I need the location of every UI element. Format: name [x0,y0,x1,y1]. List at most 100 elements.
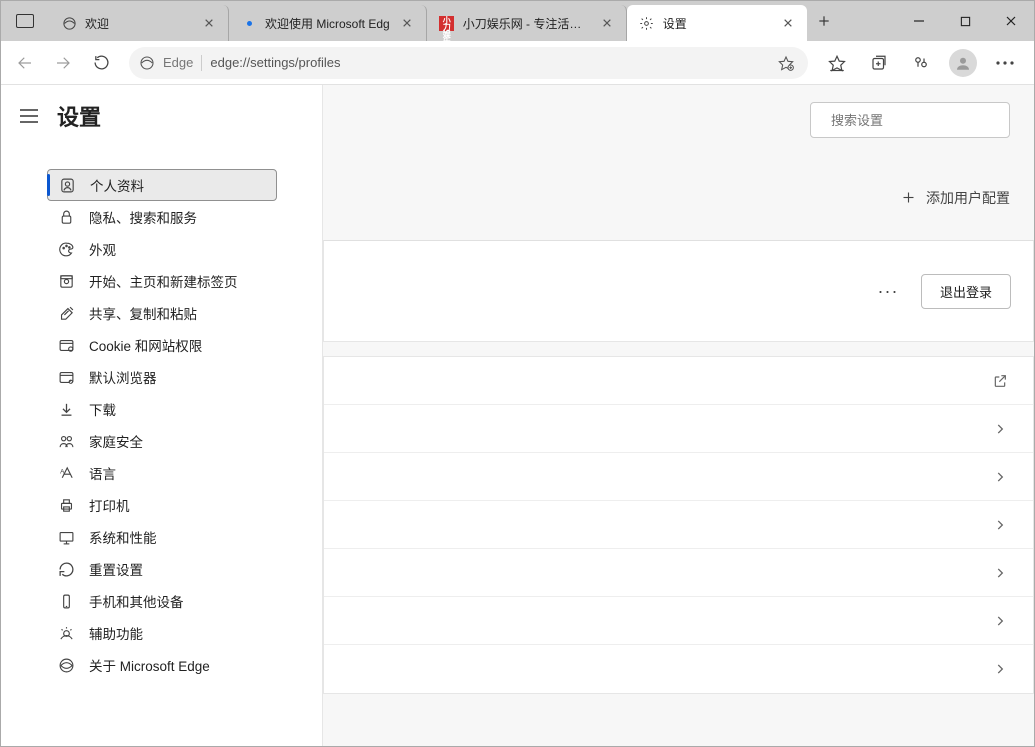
favorites-button[interactable] [818,45,856,81]
sidebar-item[interactable]: 打印机 [47,489,277,521]
chevron-right-icon [989,418,1011,440]
tab-title: 设置 [663,15,771,32]
settings-sidebar: 设置 个人资料隐私、搜索和服务外观开始、主页和新建标签页共享、复制和粘贴Cook… [1,85,323,746]
sidebar-item-icon [57,432,75,450]
sidebar-item-label: 下载 [89,399,116,419]
sidebar-item[interactable]: 下载 [47,393,277,425]
sidebar-toggle-button[interactable] [15,102,43,130]
tab-strip: 欢迎 欢迎使用 Microsoft Edg 小刀娱乐小刀娱乐网 - 专注活动… 设置 [49,1,807,41]
tab-close-button[interactable] [398,14,416,32]
logout-button[interactable]: 退出登录 [921,274,1011,309]
collections-button[interactable] [860,45,898,81]
sidebar-item[interactable]: Cookie 和网站权限 [47,329,277,361]
sidebar-item[interactable]: 系统和性能 [47,521,277,553]
sidebar-item[interactable]: 开始、主页和新建标签页 [47,265,277,297]
chevron-right-icon [989,658,1011,680]
tab-title: 欢迎 [85,15,192,32]
window-controls [896,1,1034,41]
maximize-button[interactable] [942,1,988,41]
sidebar-item-icon [57,272,75,290]
sidebar-item-label: 关于 Microsoft Edge [89,655,210,675]
tab-favicon: 小刀娱乐 [439,15,455,31]
sidebar-item[interactable]: 重置设置 [47,553,277,585]
browser-tab[interactable]: 设置 [627,5,807,41]
plus-icon [901,190,916,205]
sidebar-item[interactable]: 默认浏览器 [47,361,277,393]
tab-favicon [241,15,257,31]
sidebar-item-label: 手机和其他设备 [89,591,184,611]
close-window-button[interactable] [988,1,1034,41]
sidebar-item-icon [57,400,75,418]
refresh-button[interactable] [83,45,119,81]
sidebar-item-icon [57,496,75,514]
settings-search-input[interactable] [831,113,1007,128]
tab-favicon [639,15,655,31]
sidebar-item-icon [57,368,75,386]
extensions-button[interactable] [902,45,940,81]
sidebar-item-icon: A [57,464,75,482]
sidebar-item[interactable]: 个人资料 [47,169,277,201]
tab-close-button[interactable] [779,14,797,32]
profile-card-actions: ··· 退出登录 [324,241,1033,341]
sidebar-item-label: 家庭安全 [89,431,143,451]
browser-tab[interactable]: 小刀娱乐小刀娱乐网 - 专注活动… [427,5,627,41]
sidebar-item[interactable]: 家庭安全 [47,425,277,457]
tab-title: 欢迎使用 Microsoft Edg [265,15,390,32]
tab-favicon [61,15,77,31]
sidebar-header: 设置 [1,85,322,147]
address-bar[interactable]: Edge edge://settings/profiles [129,47,808,79]
sidebar-item-label: 系统和性能 [89,527,157,547]
sidebar-item[interactable]: 外观 [47,233,277,265]
tab-close-button[interactable] [200,14,218,32]
profile-button[interactable] [944,45,982,81]
sidebar-item[interactable]: 共享、复制和粘贴 [47,297,277,329]
sidebar-item-icon [57,304,75,322]
sidebar-item[interactable]: A语言 [47,457,277,489]
content-area: 设置 个人资料隐私、搜索和服务外观开始、主页和新建标签页共享、复制和粘贴Cook… [1,85,1034,746]
sidebar-item[interactable]: 隐私、搜索和服务 [47,201,277,233]
settings-list-row[interactable] [324,405,1033,453]
sidebar-item[interactable]: 手机和其他设备 [47,585,277,617]
new-tab-button[interactable] [807,1,841,41]
sidebar-item-label: 重置设置 [89,559,143,579]
settings-list-row[interactable] [324,501,1033,549]
profile-header-row: 添加用户配置 [323,155,1034,240]
sidebar-item-icon [57,624,75,642]
profile-more-button[interactable]: ··· [871,274,905,308]
settings-list-row[interactable] [324,453,1033,501]
sidebar-nav-list: 个人资料隐私、搜索和服务外观开始、主页和新建标签页共享、复制和粘贴Cookie … [1,147,322,681]
sidebar-item-label: 开始、主页和新建标签页 [89,271,238,291]
sidebar-title: 设置 [57,100,101,132]
forward-button[interactable] [45,45,81,81]
address-url: edge://settings/profiles [210,55,766,70]
settings-search[interactable] [810,102,1010,138]
window-titlebar: 欢迎 欢迎使用 Microsoft Edg 小刀娱乐小刀娱乐网 - 专注活动… 设置 [1,1,1034,41]
sidebar-item[interactable]: 关于 Microsoft Edge [47,649,277,681]
chevron-right-icon [989,610,1011,632]
tab-title: 小刀娱乐网 - 专注活动… [463,15,590,32]
settings-list-row[interactable] [324,549,1033,597]
profile-card: ··· 退出登录 [323,240,1034,342]
browser-tab[interactable]: 欢迎使用 Microsoft Edg [229,5,427,41]
sidebar-item-label: 外观 [89,239,116,259]
browser-toolbar: Edge edge://settings/profiles [1,41,1034,85]
tab-overview-button[interactable] [1,1,49,41]
settings-list-row[interactable] [324,357,1033,405]
chevron-right-icon [989,466,1011,488]
add-profile-button[interactable]: 添加用户配置 [901,188,1010,208]
profile-settings-list [323,356,1034,694]
back-button[interactable] [7,45,43,81]
external-link-icon [989,370,1011,392]
settings-list-row[interactable] [324,597,1033,645]
address-separator [201,55,202,71]
favorite-button[interactable] [774,51,798,75]
tab-close-button[interactable] [598,14,616,32]
sidebar-item-label: 个人资料 [90,175,144,195]
sidebar-item-icon [57,208,75,226]
settings-list-row[interactable] [324,645,1033,693]
sidebar-item[interactable]: 辅助功能 [47,617,277,649]
menu-button[interactable] [986,45,1024,81]
browser-tab[interactable]: 欢迎 [49,5,229,41]
minimize-button[interactable] [896,1,942,41]
add-profile-label: 添加用户配置 [926,188,1010,208]
